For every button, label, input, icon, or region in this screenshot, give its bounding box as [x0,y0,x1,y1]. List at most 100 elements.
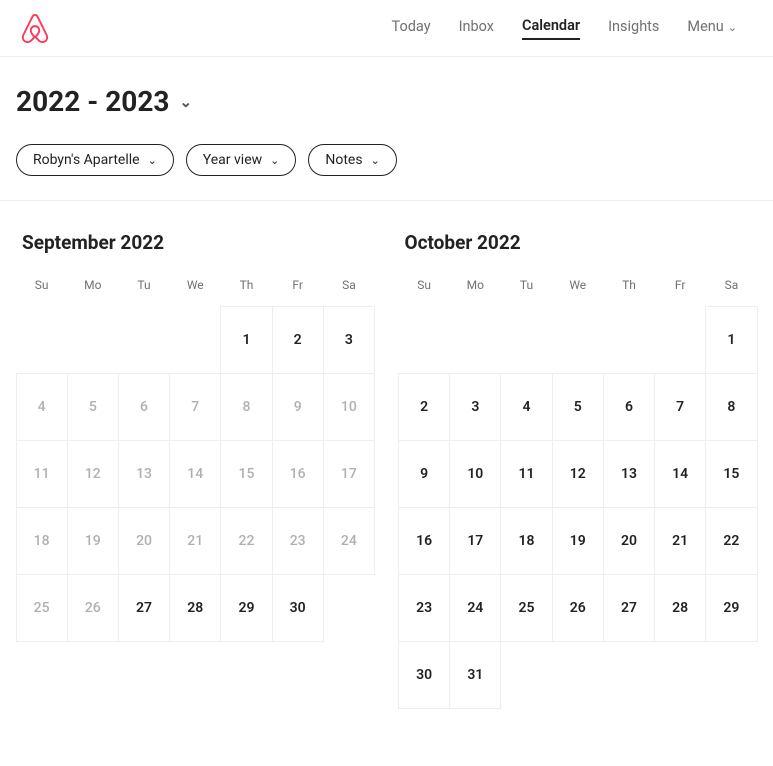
day-cell[interactable]: 30 [398,641,450,709]
day-cell[interactable]: 29 [705,574,757,642]
day-cell[interactable]: 11 [500,440,552,508]
day-cell[interactable]: 14 [169,440,221,508]
content: 2022 - 2023 ⌄ Robyn's Apartelle ⌄ Year v… [0,57,773,734]
empty-cell [398,306,450,374]
day-cell[interactable]: 6 [603,373,655,441]
empty-cell [552,306,604,374]
day-cell[interactable]: 1 [705,306,757,374]
day-cell[interactable]: 10 [323,373,375,441]
day-cell[interactable]: 27 [118,574,170,642]
day-cell[interactable]: 23 [398,574,450,642]
day-cell[interactable]: 4 [500,373,552,441]
day-cell[interactable]: 12 [552,440,604,508]
day-cell[interactable]: 22 [220,507,272,575]
day-cell[interactable]: 29 [220,574,272,642]
day-cell[interactable]: 5 [552,373,604,441]
divider [0,200,773,201]
notes-filter[interactable]: Notes ⌄ [308,144,396,176]
day-cell[interactable]: 13 [603,440,655,508]
day-cell[interactable]: 11 [16,440,68,508]
day-cell[interactable]: 3 [449,373,501,441]
dow-label: Sa [706,274,757,296]
day-cell[interactable]: 21 [654,507,706,575]
day-cell[interactable]: 4 [16,373,68,441]
day-cell[interactable]: 9 [398,440,450,508]
nav-links: Today Inbox Calendar Insights Menu⌄ [392,17,737,40]
day-cell[interactable]: 17 [449,507,501,575]
day-cell[interactable]: 10 [449,440,501,508]
day-cell[interactable]: 13 [118,440,170,508]
empty-cell [654,306,706,374]
day-cell[interactable]: 2 [272,306,324,374]
chevron-down-icon: ⌄ [270,154,279,167]
day-cell[interactable]: 18 [500,507,552,575]
nav-calendar[interactable]: Calendar [522,17,580,40]
filter-row: Robyn's Apartelle ⌄ Year view ⌄ Notes ⌄ [16,144,757,176]
dow-label: Mo [450,274,501,296]
nav-menu[interactable]: Menu⌄ [687,18,737,39]
day-cell[interactable]: 9 [272,373,324,441]
day-cell[interactable]: 30 [272,574,324,642]
day-cell[interactable]: 16 [272,440,324,508]
listing-filter[interactable]: Robyn's Apartelle ⌄ [16,144,174,176]
dow-label: Tu [501,274,552,296]
day-cell[interactable]: 26 [552,574,604,642]
dow-label: Fr [655,274,706,296]
nav-insights[interactable]: Insights [608,18,659,39]
day-cell[interactable]: 6 [118,373,170,441]
day-cell[interactable]: 21 [169,507,221,575]
day-cell[interactable]: 8 [705,373,757,441]
nav-inbox[interactable]: Inbox [459,18,494,39]
chevron-down-icon: ⌄ [148,154,157,167]
day-cell[interactable]: 17 [323,440,375,508]
day-cell[interactable]: 28 [654,574,706,642]
dow-label: Mo [67,274,118,296]
day-cell[interactable]: 22 [705,507,757,575]
day-cell[interactable]: 25 [500,574,552,642]
notes-filter-label: Notes [325,152,362,168]
listing-filter-label: Robyn's Apartelle [33,152,140,168]
year-range-label: 2022 - 2023 [16,85,169,118]
dow-label: We [552,274,603,296]
nav-today[interactable]: Today [392,18,431,39]
day-cell[interactable]: 23 [272,507,324,575]
day-cell[interactable]: 2 [398,373,450,441]
day-cell[interactable]: 1 [220,306,272,374]
day-cell[interactable]: 24 [449,574,501,642]
day-cell[interactable]: 15 [705,440,757,508]
day-cell[interactable]: 18 [16,507,68,575]
dow-label: Th [603,274,654,296]
day-cell[interactable]: 8 [220,373,272,441]
day-cell[interactable]: 20 [118,507,170,575]
days-grid: 1234567891011121314151617181920212223242… [399,306,758,708]
day-cell[interactable]: 7 [654,373,706,441]
day-cell[interactable]: 28 [169,574,221,642]
dow-label: Th [221,274,272,296]
day-cell[interactable]: 27 [603,574,655,642]
day-cell[interactable]: 12 [67,440,119,508]
day-cell[interactable]: 19 [552,507,604,575]
chevron-down-icon: ⌄ [179,93,192,111]
day-cell[interactable]: 15 [220,440,272,508]
day-cell[interactable]: 14 [654,440,706,508]
day-cell[interactable]: 5 [67,373,119,441]
day-cell[interactable]: 20 [603,507,655,575]
month: September 2022SuMoTuWeThFrSa123456789101… [16,231,375,641]
empty-cell [118,306,170,374]
chevron-down-icon: ⌄ [728,21,737,34]
view-filter[interactable]: Year view ⌄ [186,144,297,176]
day-cell[interactable]: 7 [169,373,221,441]
day-cell[interactable]: 16 [398,507,450,575]
day-cell[interactable]: 31 [449,641,501,709]
top-nav: Today Inbox Calendar Insights Menu⌄ [0,0,773,57]
day-cell[interactable]: 25 [16,574,68,642]
month-title: October 2022 [399,231,758,254]
dow-row: SuMoTuWeThFrSa [399,274,758,296]
day-cell[interactable]: 24 [323,507,375,575]
empty-cell [169,306,221,374]
day-cell[interactable]: 19 [67,507,119,575]
day-cell[interactable]: 26 [67,574,119,642]
day-cell[interactable]: 3 [323,306,375,374]
year-range-selector[interactable]: 2022 - 2023 ⌄ [16,85,757,118]
airbnb-logo-icon[interactable] [20,12,50,44]
